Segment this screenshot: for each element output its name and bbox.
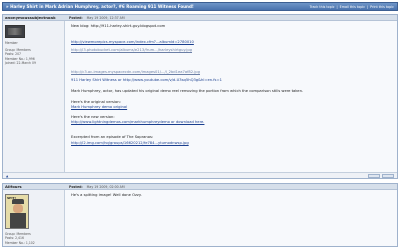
posted-label: Posted: [69, 184, 83, 189]
member-rank: Member [5, 41, 18, 45]
post-text-line: Excerpted from an episode of The Soprano… [71, 135, 154, 139]
reply-button[interactable] [382, 173, 394, 178]
post-body: New blog: http://911-harley-shirt-guy.bl… [65, 21, 397, 178]
thread-title-bar: » Harley Shirt in Mark Adrian Humphrey, … [2, 2, 398, 11]
thread-title: » Harley Shirt in Mark Adrian Humphrey, … [6, 4, 194, 9]
post-author-panel: Member Group: Members Posts: 207 Member … [3, 21, 65, 178]
post-footer: ▲ [3, 172, 397, 178]
thread-actions: Track this topic | Email this topic | Pr… [309, 4, 394, 9]
author-stats: Group: Members Posts: 207 Member No.: 1,… [5, 48, 62, 66]
post-text-line: Here's the new version: [71, 115, 115, 119]
post-text-line: Mark Humphrey, actor, has updated his or… [71, 89, 304, 93]
post-link[interactable]: http://viewmorepics.myspace.com/index.cf… [71, 40, 194, 44]
post: Allfours Posted: May 19 2009, 02:00 AM S… [2, 183, 398, 247]
post-author-panel: SPIT! Group: Members Posts: 2,416 Member… [3, 190, 65, 246]
author-member-no: Member No.: 1,102 [5, 240, 35, 245]
back-to-top-link[interactable]: ▲ [6, 174, 8, 178]
post-username[interactable]: anonymoussubjectnoak [3, 15, 65, 20]
post-link[interactable]: http://c3.ac-images.myspacecdn.com/image… [71, 70, 200, 74]
post-link[interactable]: http://i2.img.com/hq/groups/16620212/fe7… [71, 141, 189, 145]
post-text-line: He's a spitting image! Well done Ozzy. [71, 193, 142, 197]
posted-label: Posted: [69, 15, 83, 20]
post-text-line: Here's the original version: [71, 100, 121, 104]
post-link[interactable]: Mark Humphrey demo original [71, 105, 127, 109]
track-topic-link[interactable]: Track this topic [310, 5, 335, 9]
post-text-line[interactable]: 911 Harley Shirt Witness or http://www.y… [71, 78, 222, 82]
author-stats: Group: Members Posts: 2,416 Member No.: … [5, 232, 62, 245]
author-joined: Joined: 22-March 09 [5, 61, 36, 66]
posted-date: May 19 2009, 02:00 AM [86, 184, 125, 189]
post: anonymoussubjectnoak Posted: May 19 2009… [2, 14, 398, 179]
post-link[interactable]: http://www.lightningdemos.com/markhumphr… [71, 120, 204, 124]
print-topic-link[interactable]: Print this topic [370, 5, 394, 9]
post-body: He's a spitting image! Well done Ozzy. [65, 190, 397, 246]
email-topic-link[interactable]: Email this topic [340, 5, 365, 9]
quote-button[interactable] [368, 173, 380, 178]
post-username[interactable]: Allfours [3, 184, 65, 189]
avatar: SPIT! [5, 194, 29, 229]
posted-date: May 19 2009, 12:37 AM [86, 15, 125, 20]
post-link[interactable]: http://i3.photobucket.com/albums/e213/fr… [71, 48, 192, 52]
avatar [5, 25, 25, 38]
post-text-line: New blog: http://911-harley-shirt-guy.bl… [71, 24, 166, 28]
